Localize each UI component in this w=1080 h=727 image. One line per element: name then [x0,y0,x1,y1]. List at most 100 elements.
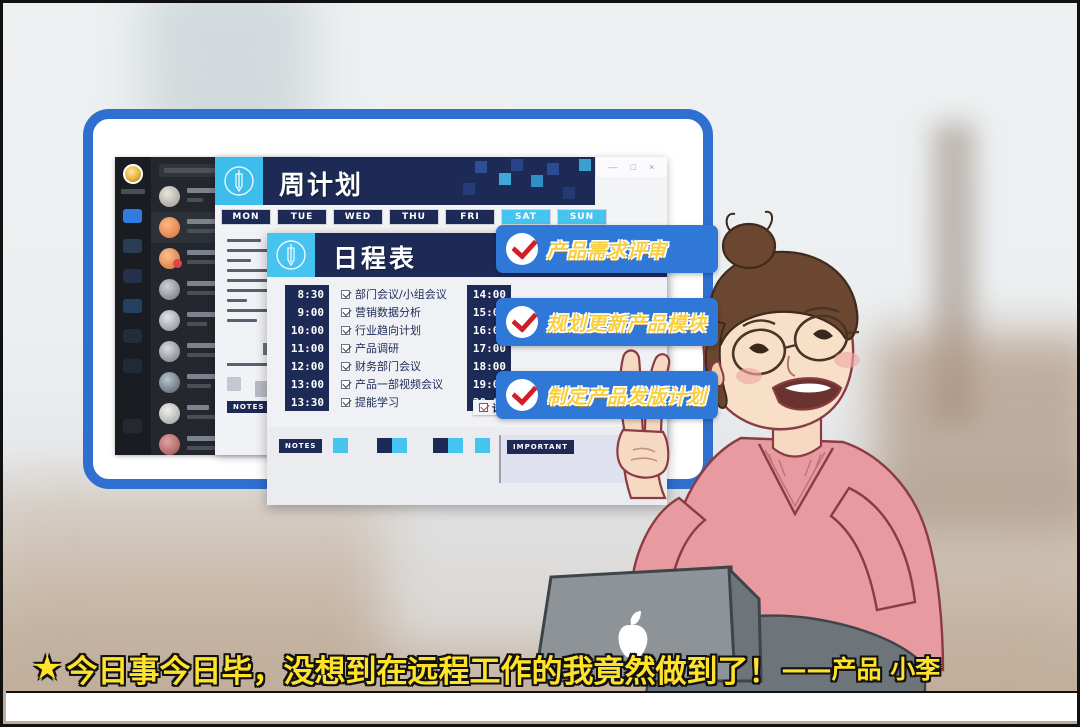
time-slot[interactable]: 13:00 [285,375,329,393]
checkbox-icon[interactable] [341,307,350,317]
tab-mon[interactable]: MON [221,209,271,225]
task-label: 行业趋向计划 [355,324,421,337]
task-label: 营销数据分析 [355,306,421,319]
list-item-name [187,405,209,410]
time-label: 8:30 [297,287,325,301]
list-item-name [187,343,217,348]
task-row[interactable]: 产品一部视频会议 [341,375,443,393]
task-label: 部门会议/小组会议 [355,288,447,301]
time-label: 11:00 [290,341,324,355]
screenshot-stage: — □ × 周计划 MON TUE WED THU FRI SAT SUN NO… [0,0,1080,727]
note-swatch[interactable] [448,438,463,453]
check-circle-icon [506,233,538,265]
close-icon[interactable]: × [649,162,654,172]
window-titlebar[interactable]: — □ × [595,157,667,177]
mosaic-tile [531,175,543,187]
checkbox-icon[interactable] [341,343,350,353]
note-swatch[interactable] [377,438,392,453]
task-row[interactable]: 行业趋向计划 [341,321,421,339]
tab-wed[interactable]: WED [333,209,383,225]
caption-signature: ——产品 小李 [781,655,941,684]
note-swatch[interactable] [433,438,448,453]
mosaic-tile [463,183,475,195]
task-row[interactable]: 财务部门会议 [341,357,421,375]
chat-app-rail[interactable] [115,157,151,455]
time-slot[interactable]: 8:30 [285,285,329,303]
task-label: 产品调研 [355,342,399,355]
avatar [159,279,180,300]
checkbox-icon[interactable] [341,289,350,299]
tab-label: THU [402,212,426,222]
time-slot[interactable]: 13:30 [285,393,329,411]
rail-icon-calendar[interactable] [123,299,142,313]
checkbox-icon[interactable] [341,379,350,389]
list-item-preview [187,322,207,326]
mosaic-tile [511,159,523,171]
checkbox-icon[interactable] [341,361,350,371]
time-column-morning: 8:30 9:00 10:00 11:00 12:00 13:00 13:30 [285,285,329,411]
task-label: 产品一部视频会议 [355,378,443,391]
avatar [159,434,180,455]
mosaic-tile [579,159,591,171]
time-slot[interactable]: 9:00 [285,303,329,321]
check-circle-icon [506,379,538,411]
tab-tue[interactable]: TUE [277,209,327,225]
avatar[interactable] [123,164,143,184]
pen-in-circle-icon [267,233,315,277]
task-row[interactable]: 提能学习 [341,393,399,411]
caption-text: 今日事今日毕，没想到在远程工作的我竟然做到了！ [66,653,780,690]
note-swatch[interactable] [333,438,348,453]
list-item-preview [187,384,211,388]
rail-icon-cloud[interactable] [123,359,142,373]
mosaic-tile [499,173,511,185]
time-label: 9:00 [297,305,325,319]
checkbox-icon[interactable] [341,397,350,407]
time-slot[interactable]: 10:00 [285,321,329,339]
avatar [159,217,180,238]
task-row[interactable]: 产品调研 [341,339,399,357]
rail-username-label [121,189,145,194]
caption-bar: ★ 今日事今日毕，没想到在远程工作的我竟然做到了！ ——产品 小李 [6,646,1077,690]
avatar [159,310,180,331]
rail-icon-contacts[interactable] [123,239,142,253]
mosaic-tile [547,163,559,175]
time-label: 13:00 [290,377,324,391]
pen-in-circle-icon [215,157,263,205]
bottom-strip [6,691,1077,721]
time-slot[interactable]: 12:00 [285,357,329,375]
unread-badge [173,259,182,268]
maximize-icon[interactable]: □ [631,162,636,172]
time-label: 12:00 [290,359,324,373]
check-circle-icon [506,306,538,338]
rail-icon-messages[interactable] [123,209,142,223]
placeholder-block [227,377,241,391]
tab-label: WED [344,212,372,222]
minimize-icon[interactable]: — [609,162,618,172]
callout-badge-1[interactable]: 产品需求评审 [496,225,718,273]
rail-icon-apps[interactable] [123,329,142,343]
callout-badge-3[interactable]: 制定产品发版计划 [496,371,718,419]
task-label: 财务部门会议 [355,360,421,373]
tab-label: TUE [290,212,314,222]
list-item-name [187,374,217,379]
task-label: 提能学习 [355,396,399,409]
note-swatch[interactable] [392,438,407,453]
tab-label: MON [232,212,260,222]
time-label: 13:30 [290,395,324,409]
checkbox-icon[interactable] [341,325,350,335]
avatar [159,186,180,207]
weekly-notes-label: NOTES [227,401,271,413]
time-slot[interactable]: 11:00 [285,339,329,357]
callout-label: 制定产品发版计划 [547,385,708,408]
callout-badge-2[interactable]: 规划更新产品模块 [496,298,718,346]
star-icon: ★ [32,649,63,687]
tab-thu[interactable]: THU [389,209,439,225]
avatar [159,372,180,393]
notes-label: NOTES [279,439,323,453]
callout-label: 产品需求评审 [547,239,668,262]
task-row[interactable]: 部门会议/小组会议 [341,285,447,303]
rail-icon-files[interactable] [123,269,142,283]
page-title: 周计划 [279,171,364,201]
task-row[interactable]: 营销数据分析 [341,303,421,321]
rail-icon-settings[interactable] [123,419,142,433]
